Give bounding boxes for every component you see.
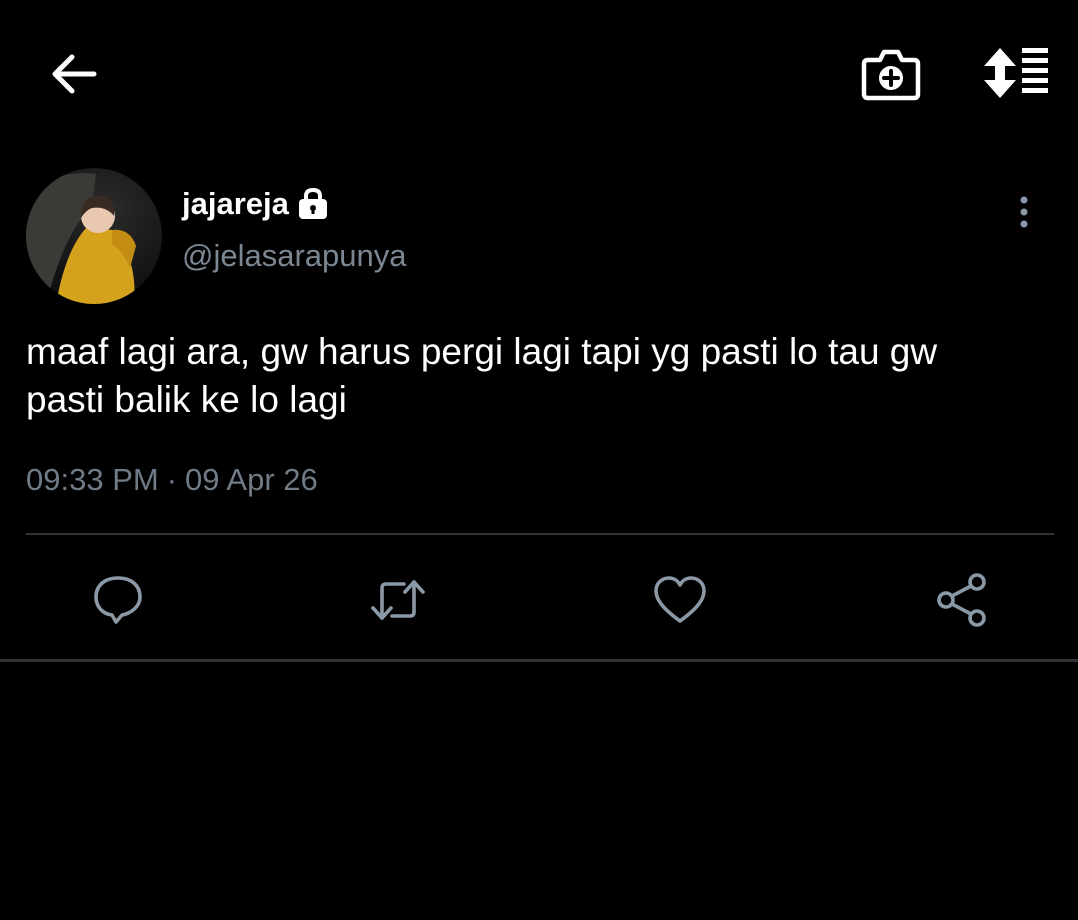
avatar-photo — [26, 168, 162, 304]
divider — [26, 533, 1054, 535]
retweet-icon — [371, 580, 425, 620]
heart-icon — [654, 576, 706, 623]
reply-icon — [94, 576, 142, 624]
timestamp-separator: · — [166, 462, 178, 497]
camera-add-icon — [861, 49, 921, 101]
reply-button[interactable] — [88, 570, 148, 630]
arrow-left-icon — [52, 54, 97, 94]
user-handle[interactable]: @jelasarapunya — [182, 238, 407, 274]
display-name[interactable]: jajareja — [182, 186, 289, 222]
name-row: jajareja — [182, 184, 329, 224]
more-vertical-icon — [1020, 196, 1028, 228]
tweet-text: maaf lagi ara, gw harus pergi lagi tapi … — [26, 331, 938, 420]
share-icon — [937, 573, 986, 627]
more-options-button[interactable] — [1006, 194, 1042, 234]
back-button[interactable] — [46, 48, 102, 100]
avatar[interactable] — [26, 168, 162, 304]
sort-toggle-button[interactable] — [980, 44, 1052, 102]
share-button[interactable] — [932, 570, 992, 630]
divider — [0, 659, 1078, 662]
tweet-header: jajareja @jelasarapunya — [0, 160, 1078, 310]
retweet-button[interactable] — [368, 570, 428, 630]
top-app-bar — [0, 0, 1078, 150]
sort-list-icon — [984, 48, 1048, 98]
camera-add-button[interactable] — [860, 44, 922, 104]
tweet-action-bar — [0, 560, 1078, 640]
tweet-date: 09 Apr 26 — [185, 462, 318, 497]
lock-icon — [297, 187, 329, 221]
tweet-timestamp: 09:33 PM · 09 Apr 26 — [26, 462, 318, 498]
tweet-time: 09:33 PM — [26, 462, 159, 497]
like-button[interactable] — [650, 570, 710, 630]
